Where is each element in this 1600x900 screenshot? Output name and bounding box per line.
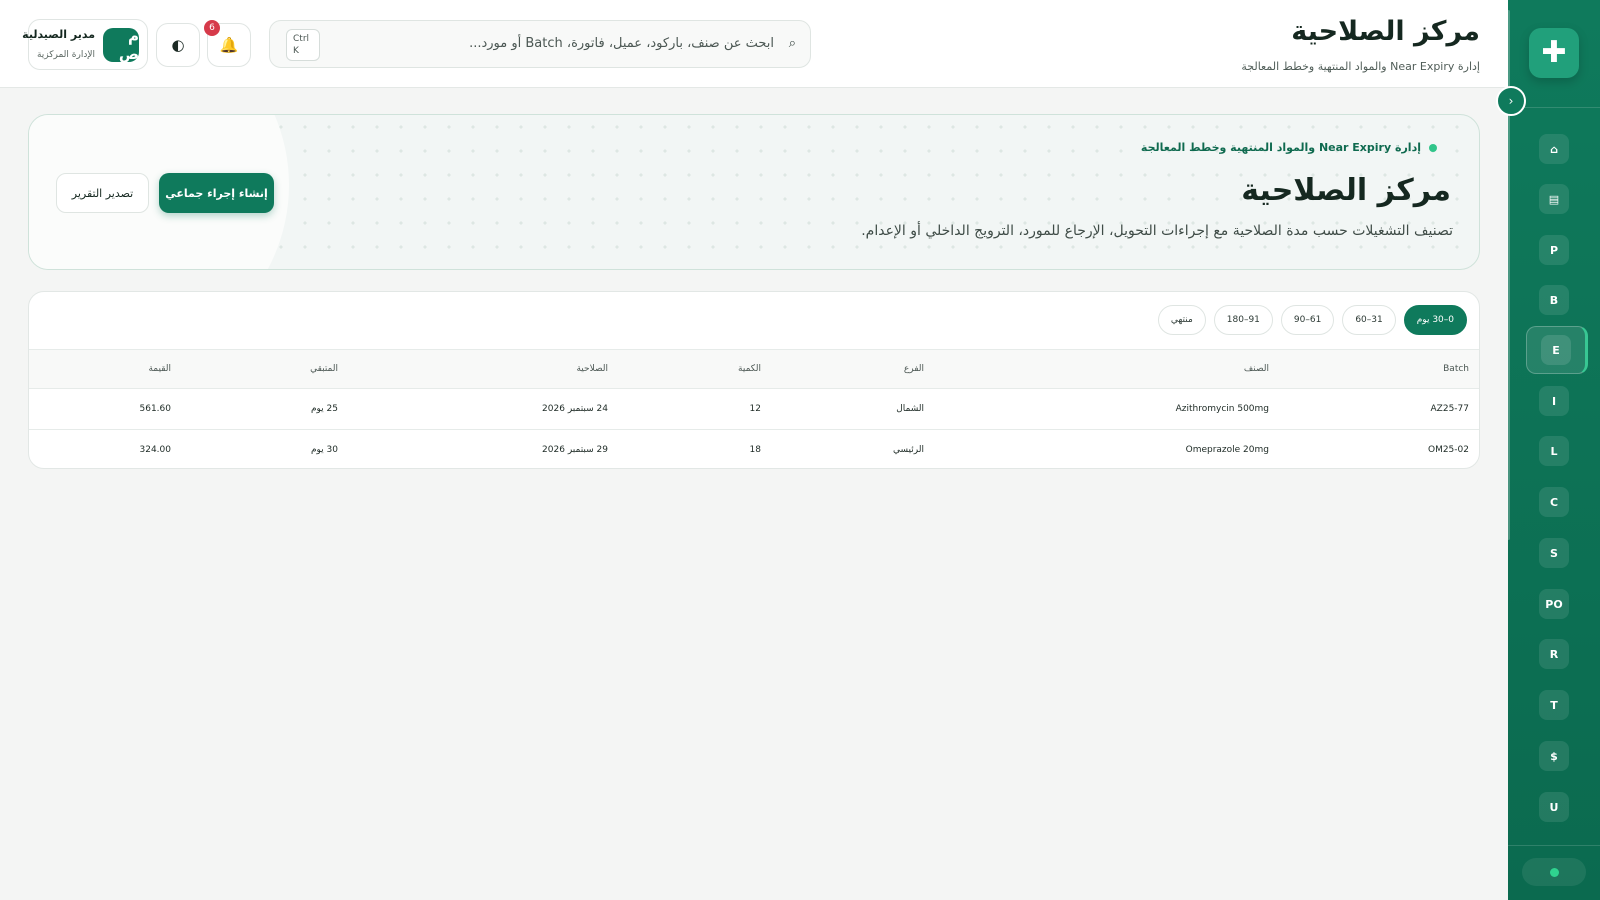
cell-quantity: 12 [620,388,773,430]
user-role: الإدارة المركزية [36,50,95,60]
table-header-row: Batch الصنف الفرع الكمية الصلاحية المتبق… [29,349,1479,389]
sidebar-item-b[interactable]: B [1539,285,1569,315]
expiry-table-card: 0–30 يوم 31–60 61–90 91–180 منتهي Batch … [28,291,1480,469]
cell-item: Omeprazole 20mg [1185,445,1269,456]
bell-icon: 🔔 [219,36,239,54]
expiry-filter-tabs: 0–30 يوم 31–60 61–90 91–180 منتهي [1157,305,1467,335]
shortcut-key-ctrl: Ctrl [293,34,310,44]
contrast-icon: ◐ [171,36,185,54]
cell-item: Azithromycin 500mg [936,388,1281,430]
theme-toggle-button[interactable]: ◐ [156,23,200,67]
page-subtitle: إدارة Near Expiry والمواد المنتهية وخطط … [1241,60,1480,73]
status-dot-icon [1549,867,1559,877]
avatar: م ص [103,27,139,63]
sidebar-item-c[interactable]: C [1539,487,1569,517]
user-name: مدير الصيدلية [22,28,95,41]
table-row[interactable]: OM25-02 Omeprazole 20mg الرئيسي 18 29 سب… [29,430,1479,469]
cell-batch: OM25-02 [1427,445,1469,456]
create-bulk-action-button[interactable]: إنشاء إجراء جماعي [159,173,274,213]
cell-expiry: 24 سبتمبر 2026 [350,388,620,430]
filter-31-60[interactable]: 31–60 [1342,305,1396,335]
table-row[interactable]: AZ25-77 Azithromycin 500mg الشمال 12 24 … [29,388,1479,430]
column-value[interactable]: القيمة [29,349,183,389]
sidebar-item-u[interactable]: U [1539,792,1569,822]
keyboard-shortcut-hint: Ctrl K [286,29,320,61]
sidebar-item-po[interactable]: PO [1539,589,1569,619]
sidebar-item-r[interactable]: R [1539,639,1569,669]
hero-title: مركز الصلاحية [1241,173,1451,208]
sidebar-item-i[interactable]: I [1539,386,1569,416]
sidebar-divider-bottom [1508,845,1600,846]
sidebar-item-expiry-label: E [1541,335,1571,365]
sidebar-item-t[interactable]: T [1539,690,1569,720]
sidebar: ✚ ⌂ ▤ P B E I L C S PO R T $ U [1507,0,1600,900]
column-branch[interactable]: الفرع [773,349,936,389]
cell-remaining: 30 يوم [310,445,338,456]
filter-61-90[interactable]: 61–90 [1280,305,1335,335]
top-header: مركز الصلاحية إدارة Near Expiry والمواد … [0,0,1508,88]
search-icon: ⌕ [788,36,796,51]
notification-count-badge: 6 [204,20,220,36]
search-box[interactable]: ⌕ ابحث عن صنف، باركود، عميل، فاتورة، Bat… [269,20,811,68]
user-menu[interactable]: م ص مدير الصيدلية الإدارة المركزية [22,19,148,70]
notifications-button[interactable]: 🔔 6 [204,20,251,67]
status-dot-icon [1429,143,1437,152]
cell-branch: الرئيسي [893,445,924,456]
sidebar-item-expiry[interactable]: E [1526,326,1588,374]
shortcut-key-k: K [293,46,299,56]
search-input[interactable]: ابحث عن صنف، باركود، عميل، فاتورة، Batch… [469,36,774,51]
sidebar-item-inventory[interactable]: ▤ [1539,184,1569,214]
filter-0-30-days[interactable]: 0–30 يوم [1403,305,1467,335]
cell-value: 324.00 [139,445,172,456]
sidebar-item-s[interactable]: S [1539,538,1569,568]
cell-remaining: 25 يوم [183,388,350,430]
cell-branch: الشمال [773,388,936,430]
column-remaining[interactable]: المتبقي [183,349,350,389]
cell-quantity: 18 [749,445,761,456]
hero-description: تصنيف التشغيلات حسب مدة الصلاحية مع إجرا… [861,223,1453,239]
sidebar-item-l[interactable]: L [1539,436,1569,466]
filter-91-180[interactable]: 91–180 [1213,305,1273,335]
sidebar-item-finance[interactable]: $ [1539,741,1569,771]
connection-status [1522,858,1586,886]
page-title: مركز الصلاحية [1291,16,1480,47]
hero-eyebrow: إدارة Near Expiry والمواد المنتهية وخطط … [1141,141,1437,154]
hero-banner: إدارة Near Expiry والمواد المنتهية وخطط … [28,114,1480,270]
sidebar-item-home[interactable]: ⌂ [1539,134,1569,164]
export-report-button[interactable]: تصدير التقرير [56,173,149,213]
cell-value: 561.60 [29,388,183,430]
logo-plus-icon[interactable]: ✚ [1529,28,1579,78]
sidebar-item-p[interactable]: P [1539,235,1569,265]
cell-expiry: 29 سبتمبر 2026 [542,445,608,456]
expiry-table: Batch الصنف الفرع الكمية الصلاحية المتبق… [29,349,1479,469]
cell-batch: AZ25-77 [1281,388,1479,430]
sidebar-collapse-button[interactable]: › [1496,86,1526,116]
column-item[interactable]: الصنف [936,349,1281,389]
column-batch[interactable]: Batch [1281,349,1479,389]
column-quantity[interactable]: الكمية [620,349,773,389]
filter-expired[interactable]: منتهي [1157,305,1206,335]
hero-eyebrow-text: إدارة Near Expiry والمواد المنتهية وخطط … [1140,141,1421,154]
column-expiry[interactable]: الصلاحية [350,349,620,389]
